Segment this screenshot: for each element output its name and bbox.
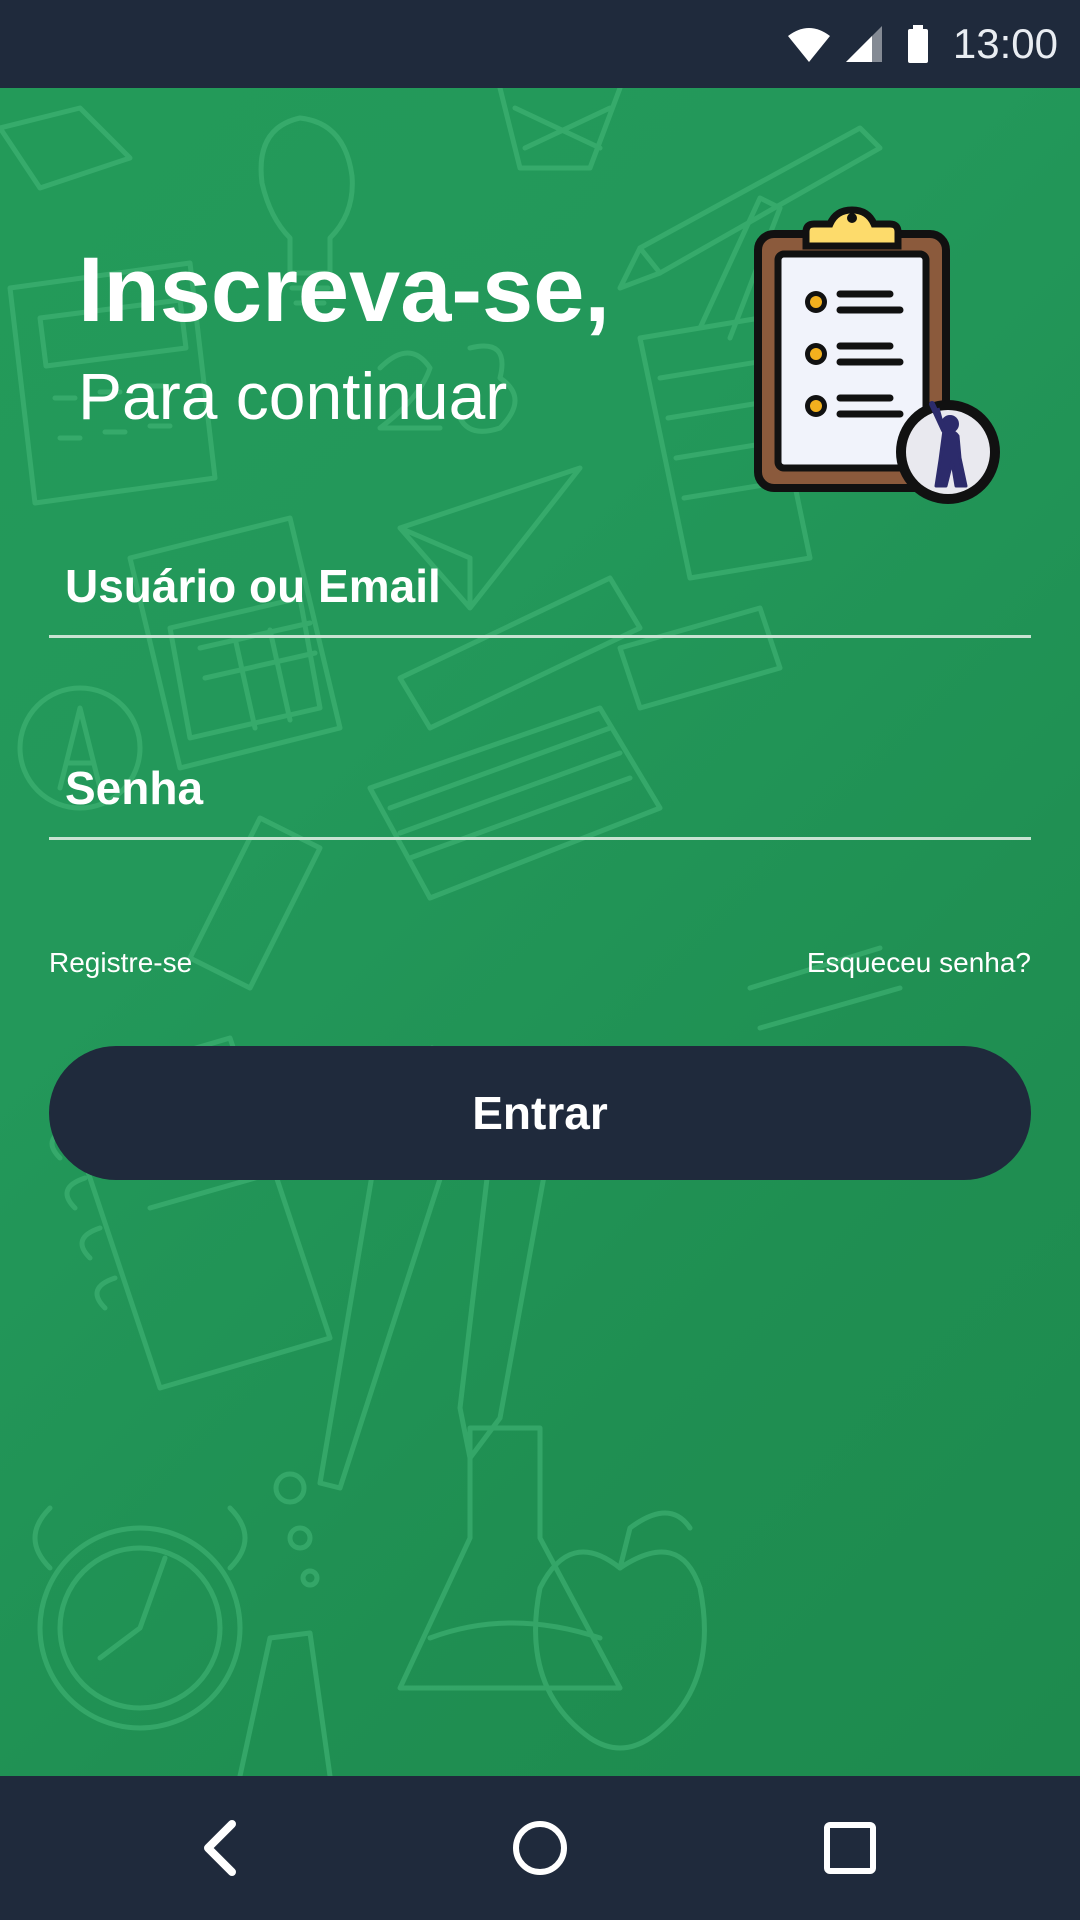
battery-icon: [908, 25, 928, 63]
username-input[interactable]: [49, 538, 1031, 634]
signal-icon: [846, 26, 882, 62]
password-input[interactable]: [49, 740, 1031, 836]
status-bar: 13:00: [0, 0, 1080, 88]
login-screen: Inscreva-se, Para continuar R: [0, 88, 1080, 1776]
navigation-bar: [0, 1776, 1080, 1920]
login-button[interactable]: Entrar: [49, 1046, 1031, 1180]
status-time: 13:00: [952, 20, 1058, 67]
wifi-icon: [788, 28, 830, 62]
password-underline: [49, 837, 1031, 840]
recents-button[interactable]: [810, 1808, 890, 1888]
forgot-password-link[interactable]: Esqueceu senha?: [807, 946, 1031, 980]
clipboard-checklist-icon: [754, 206, 1000, 504]
register-link[interactable]: Registre-se: [49, 946, 192, 980]
recents-icon: [824, 1822, 876, 1874]
back-icon: [204, 1820, 236, 1876]
page-title: Inscreva-se,: [78, 239, 610, 341]
page-subtitle: Para continuar: [78, 359, 508, 433]
username-underline: [49, 635, 1031, 638]
home-icon: [513, 1821, 567, 1875]
username-field[interactable]: [49, 538, 1031, 638]
home-button[interactable]: [500, 1808, 580, 1888]
back-button[interactable]: [180, 1808, 260, 1888]
password-field[interactable]: [49, 740, 1031, 840]
